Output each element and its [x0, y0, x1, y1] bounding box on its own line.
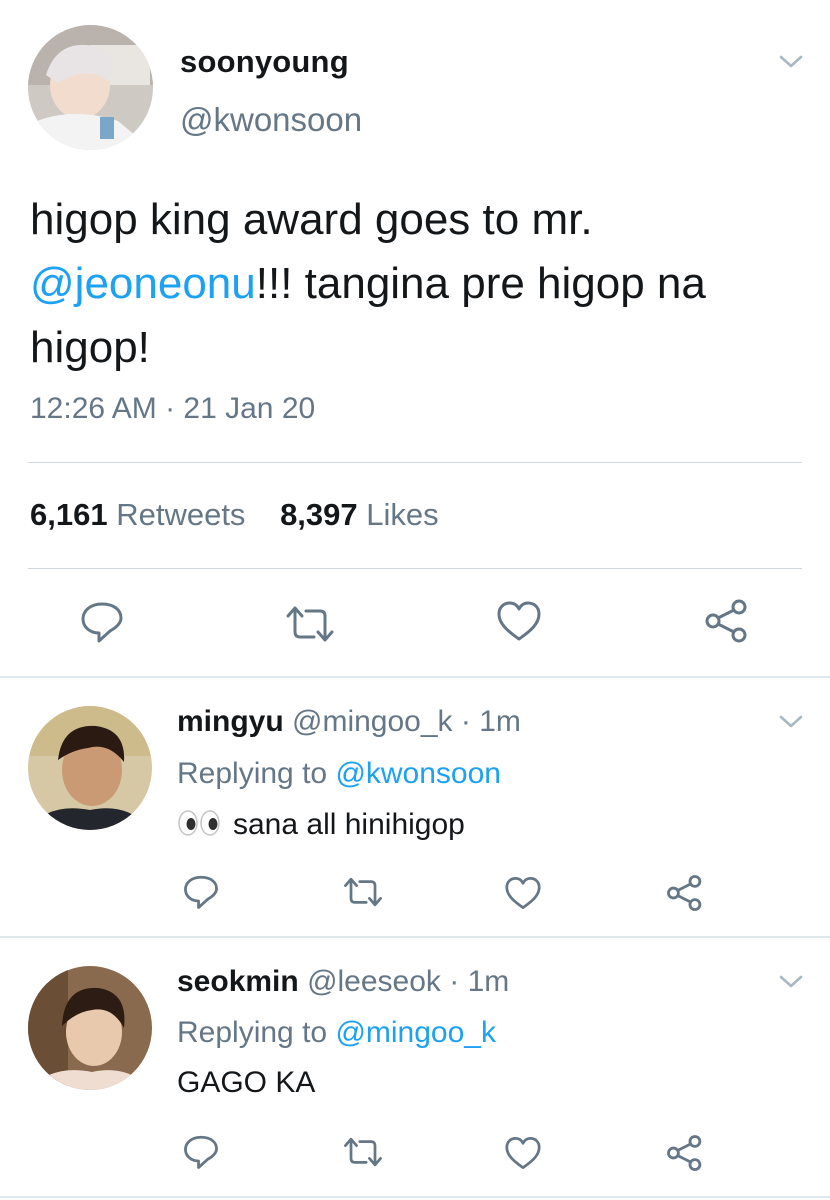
likes-label[interactable]: Likes [366, 497, 438, 532]
replying-label: Replying to [177, 1016, 328, 1049]
reply-time[interactable]: · 1m [461, 705, 521, 738]
tweet-text-line-2-rest: !!! tangina pre higop na [255, 259, 706, 308]
tweet-text-line-3: higop! [30, 323, 150, 372]
likes-count[interactable]: 8,397 [280, 497, 358, 532]
reply-header: seokmin @leeseok · 1m [177, 965, 509, 999]
retweet-icon[interactable] [342, 876, 384, 908]
share-icon[interactable] [704, 598, 750, 644]
share-icon[interactable] [666, 874, 704, 912]
tweet-text-line-2: @jeoneonu!!! tangina pre higop na [30, 252, 810, 316]
author-name[interactable]: soonyoung [180, 44, 349, 80]
reply-author-name[interactable]: seokmin [177, 965, 299, 998]
replying-to: Replying to @kwonsoon [177, 757, 501, 791]
chevron-down-icon[interactable] [778, 53, 804, 71]
share-icon[interactable] [666, 1134, 704, 1172]
reply-icon[interactable] [80, 600, 124, 644]
reply-time[interactable]: · 1m [449, 965, 509, 998]
chevron-down-icon[interactable] [778, 713, 804, 731]
reply-text: GAGO KA [177, 1066, 316, 1099]
divider [0, 936, 830, 938]
chevron-down-icon[interactable] [778, 973, 804, 991]
reply-text-content: sana all hinihigop [233, 808, 465, 841]
like-icon[interactable] [504, 1136, 542, 1170]
like-icon[interactable] [504, 876, 542, 910]
reply-header: mingyu @mingoo_k · 1m [177, 705, 521, 739]
mention-link[interactable]: @jeoneonu [30, 259, 256, 308]
tweet-timestamp[interactable]: 12:26 AM · 21 Jan 20 [30, 392, 315, 426]
reply-icon[interactable] [183, 1134, 219, 1170]
retweets-count[interactable]: 6,161 [30, 497, 108, 532]
reply-author-handle[interactable]: @leeseok [307, 965, 441, 998]
divider [0, 1196, 830, 1198]
replying-to-link[interactable]: @kwonsoon [335, 757, 501, 790]
divider [28, 462, 802, 463]
tweet-stats: 6,161 Retweets 8,397 Likes [30, 497, 439, 533]
like-icon[interactable] [496, 600, 542, 642]
avatar-seokmin[interactable] [28, 966, 152, 1090]
reply-text: sana all hinihigop [177, 808, 465, 842]
replying-to-link[interactable]: @mingoo_k [335, 1016, 496, 1049]
retweets-label[interactable]: Retweets [116, 497, 245, 532]
divider [0, 676, 830, 678]
reply-author-name[interactable]: mingyu [177, 705, 284, 738]
divider [28, 568, 802, 569]
avatar-mingyu[interactable] [28, 706, 152, 830]
tweet-text-line-1: higop king award goes to mr. [30, 195, 593, 244]
replying-to: Replying to @mingoo_k [177, 1016, 496, 1050]
reply-author-handle[interactable]: @mingoo_k [292, 705, 453, 738]
retweet-icon[interactable] [284, 604, 336, 644]
eyes-emoji-icon [177, 809, 223, 837]
author-handle[interactable]: @kwonsoon [180, 101, 362, 139]
tweet-text: higop king award goes to mr. @jeoneonu!!… [30, 188, 810, 380]
reply-icon[interactable] [183, 874, 219, 910]
avatar-soonyoung[interactable] [28, 25, 153, 150]
retweet-icon[interactable] [342, 1136, 384, 1168]
replying-label: Replying to [177, 757, 328, 790]
